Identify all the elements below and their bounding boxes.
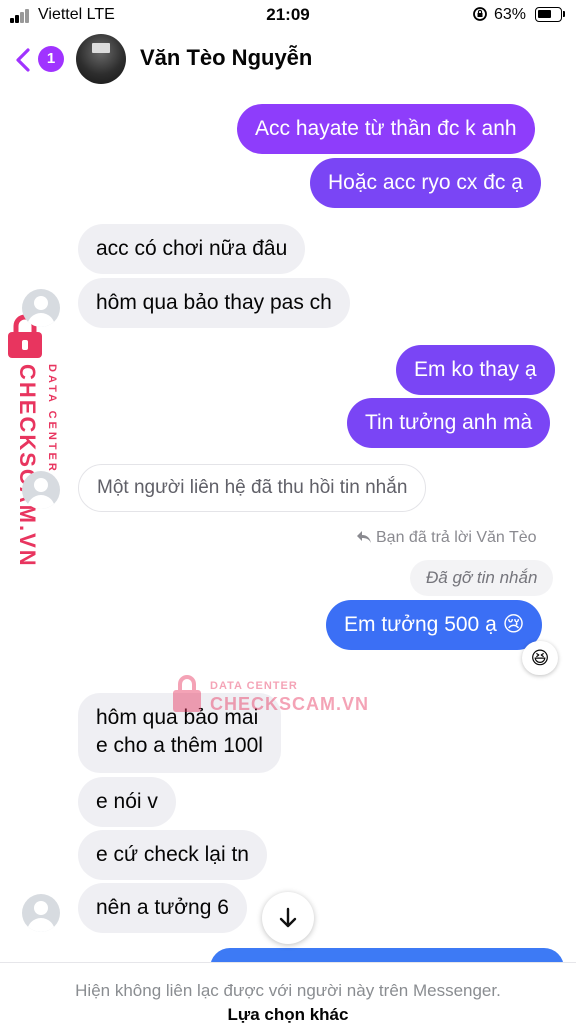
watermark-brand: CHECKSCAM.VN: [15, 364, 40, 568]
back-button[interactable]: 1: [14, 42, 64, 76]
message-line: e cho a thêm 100l: [96, 734, 263, 757]
message-in[interactable]: e cứ check lại tn: [78, 830, 267, 880]
message-in[interactable]: acc có chơi nữa đâu: [78, 224, 306, 274]
message-out[interactable]: Acc hayate từ thần đc k anh: [237, 104, 535, 154]
message-in[interactable]: hôm qua bảo thay pas ch: [78, 278, 350, 328]
unread-badge: 1: [38, 46, 64, 72]
scroll-down-button[interactable]: [262, 892, 314, 944]
chevron-left-icon: [16, 48, 30, 72]
reaction-emoji[interactable]: 😆: [522, 641, 558, 675]
battery-cap: [563, 11, 565, 17]
footer: Hiện không liên lạc được với người này t…: [0, 962, 576, 1024]
watermark-brand: CHECKSCAM.VN: [210, 694, 370, 714]
message-in[interactable]: nên a tưởng 6: [78, 883, 247, 933]
reply-arrow-icon: [357, 531, 371, 543]
default-avatar-icon[interactable]: [22, 289, 60, 327]
battery-icon: [535, 7, 562, 22]
rotation-lock-icon: [473, 7, 487, 21]
watermark-sub: DATA CENTER: [210, 680, 298, 692]
unavailable-notice: Hiện không liên lạc được với người này t…: [75, 981, 501, 1000]
message-removed: Đã gỡ tin nhắn: [410, 560, 554, 596]
lock-icon: [173, 675, 201, 712]
message-out[interactable]: Hoặc acc ryo cx đc ạ: [310, 158, 541, 208]
default-avatar-icon[interactable]: [22, 471, 60, 509]
message-unsent: Một người liên hệ đã thu hồi tin nhắn: [78, 464, 427, 512]
contact-avatar[interactable]: [76, 34, 126, 84]
message-out[interactable]: Em tưởng 500 ạ 😢: [326, 600, 543, 650]
contact-name[interactable]: Văn Tèo Nguyễn: [140, 45, 312, 71]
reply-note-text: Bạn đã trả lời Văn Tèo: [376, 529, 537, 546]
clock: 21:09: [266, 5, 310, 24]
message-out[interactable]: Tin tưởng anh mà: [347, 398, 551, 448]
watermark-side: CHECKSCAM.VN DATA CENTER: [6, 314, 62, 568]
message-out[interactable]: Em ko thay ạ: [396, 345, 555, 395]
arrow-down-icon: [279, 907, 297, 928]
message-in[interactable]: e nói v: [78, 777, 176, 827]
battery-percent: 63%: [494, 6, 527, 23]
other-options-button[interactable]: Lựa chọn khác: [0, 1005, 576, 1024]
chat-header: 1 Văn Tèo Nguyễn: [0, 32, 576, 88]
default-avatar-icon[interactable]: [22, 894, 60, 932]
status-bar: Viettel LTE 21:09 63%: [0, 0, 576, 32]
watermark-center: DATA CENTER CHECKSCAM.VN: [172, 674, 372, 720]
